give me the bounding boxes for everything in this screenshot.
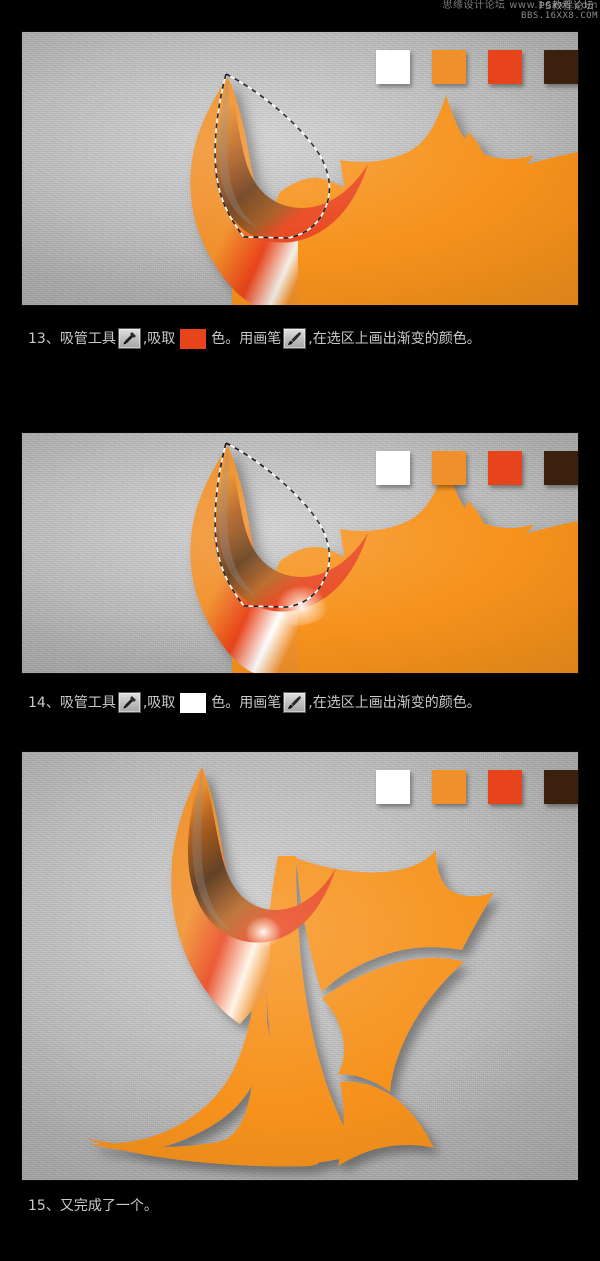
swatch-red-orange[interactable] bbox=[488, 770, 522, 804]
caption-text-a-15: 又完成了一个。 bbox=[59, 1198, 158, 1214]
picked-color-swatch-14 bbox=[180, 692, 207, 713]
caption-text-b-14: ,吸取 bbox=[142, 694, 176, 711]
caption-text-b-13: ,吸取 bbox=[142, 330, 176, 347]
caption-text-a-13: 吸管工具 bbox=[59, 330, 116, 347]
watermark-bbs-url: BBS.16XX8.COM bbox=[521, 11, 598, 21]
swatch-red-orange[interactable] bbox=[488, 451, 522, 485]
swatch-orange[interactable] bbox=[432, 770, 466, 804]
swatch-white[interactable] bbox=[376, 770, 410, 804]
eyedropper-icon[interactable] bbox=[117, 328, 141, 349]
swatch-white[interactable] bbox=[376, 50, 410, 84]
brush-icon[interactable] bbox=[283, 328, 307, 349]
swatch-white[interactable] bbox=[376, 451, 410, 485]
step-number-13: 13、 bbox=[28, 330, 60, 347]
caption-text-d-13: ,在选区上画出渐变的颜色。 bbox=[308, 330, 481, 347]
tribal-artwork-step-15 bbox=[86, 767, 494, 1167]
swatch-row-step-15 bbox=[376, 770, 578, 804]
watermark-ps-forum: PS教程论坛 bbox=[538, 1, 594, 12]
watermark-overlay: PS教程论坛 bbox=[539, 1, 594, 12]
step-number-15: 15、 bbox=[28, 1198, 60, 1214]
watermark: 思缘设计论坛 www.16xx8.com BBS.16XX8.COM PS教程论… bbox=[368, 0, 598, 30]
swatch-row-step-13 bbox=[376, 50, 578, 84]
picked-color-swatch-13 bbox=[180, 328, 207, 349]
canvas-step-13 bbox=[22, 32, 578, 305]
swatch-dark-brown[interactable] bbox=[544, 50, 578, 84]
eyedropper-icon[interactable] bbox=[117, 692, 141, 713]
caption-text-d-14: ,在选区上画出渐变的颜色。 bbox=[308, 694, 481, 711]
brush-icon[interactable] bbox=[283, 692, 307, 713]
caption-step-13: 13、 吸管工具 ,吸取 色。用画笔 ,在选区上画出渐变的颜色。 bbox=[28, 328, 481, 349]
caption-step-14: 14、 吸管工具 ,吸取 色。用画笔 ,在选区上画出渐变的颜色。 bbox=[28, 692, 481, 713]
swatch-row-step-14 bbox=[376, 451, 578, 485]
canvas-step-15 bbox=[22, 752, 578, 1180]
swatch-red-orange[interactable] bbox=[488, 50, 522, 84]
swatch-orange[interactable] bbox=[432, 451, 466, 485]
canvas-step-14 bbox=[22, 433, 578, 673]
step-number-14: 14、 bbox=[28, 694, 60, 711]
watermark-line-2: BBS.16XX8.COM bbox=[368, 11, 598, 22]
caption-text-c-14: 色。用画笔 bbox=[211, 694, 282, 711]
swatch-dark-brown[interactable] bbox=[544, 770, 578, 804]
caption-text-a-14: 吸管工具 bbox=[59, 694, 116, 711]
swatch-dark-brown[interactable] bbox=[544, 451, 578, 485]
caption-text-c-13: 色。用画笔 bbox=[211, 330, 282, 347]
swatch-orange[interactable] bbox=[432, 50, 466, 84]
caption-step-15: 15、 又完成了一个。 bbox=[28, 1196, 158, 1216]
watermark-forum-name: 思缘设计论坛 bbox=[442, 0, 506, 11]
